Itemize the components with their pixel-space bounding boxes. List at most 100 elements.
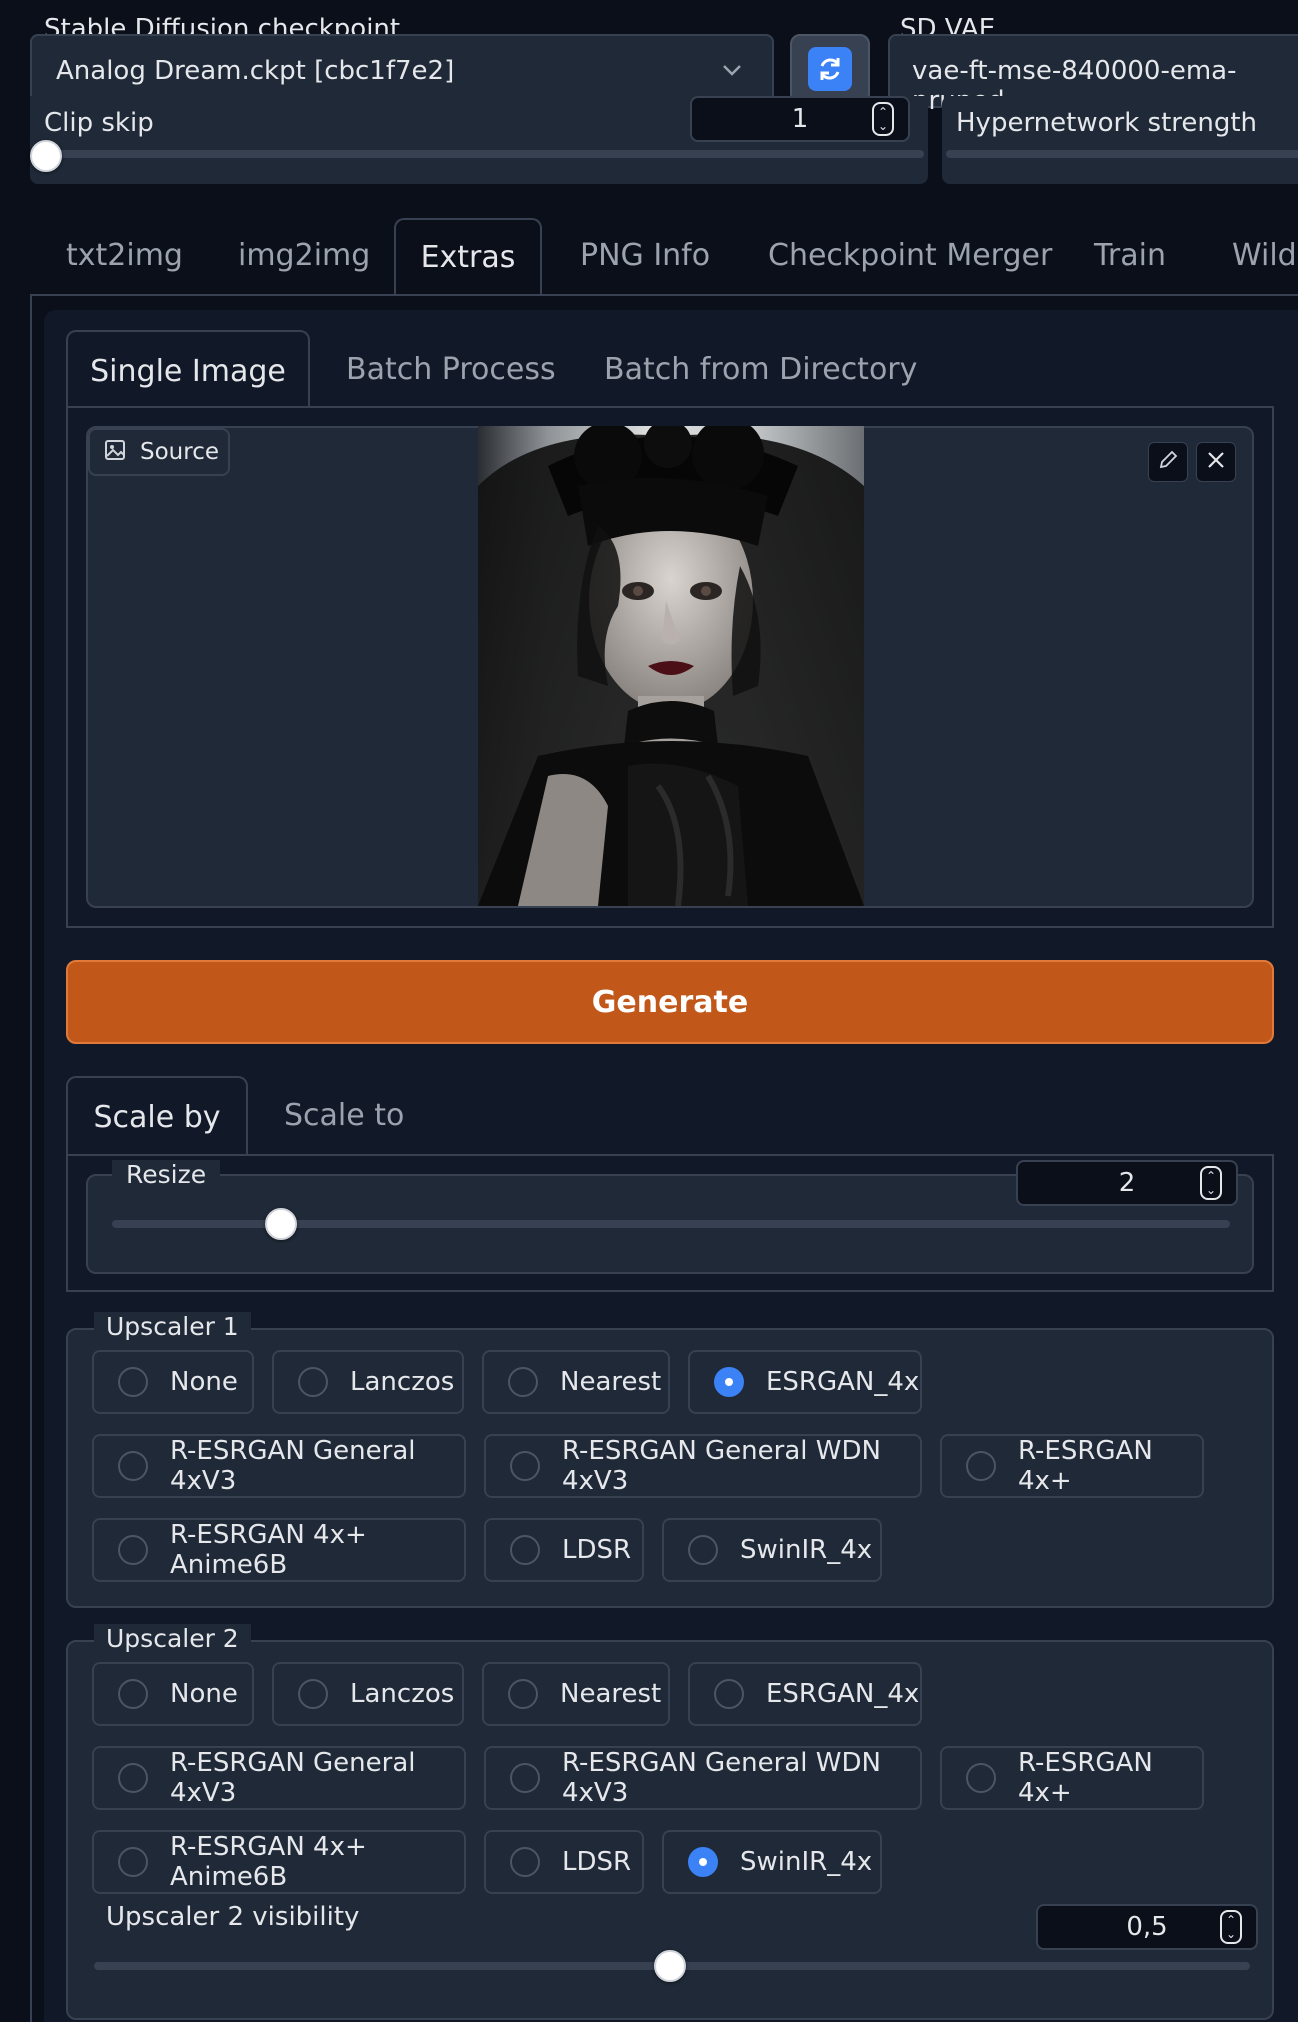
clip-skip-track[interactable] [34,150,924,158]
upscaler1-option[interactable]: LDSR [484,1518,644,1582]
resize-value: 2 [1118,1168,1136,1198]
radio-dot-icon[interactable] [508,1367,538,1397]
generate-label: Generate [591,984,749,1020]
radio-label: R-ESRGAN 4x+ [1018,1748,1153,1808]
upscaler1-option[interactable]: R-ESRGAN 4x+ Anime6B [92,1518,466,1582]
hypernetwork-label: Hypernetwork strength [956,108,1258,138]
clip-skip-slider-thumb[interactable] [30,140,62,172]
upscaler2-option[interactable]: SwinIR_4x [662,1830,882,1894]
upscaler2-option[interactable]: Nearest [482,1662,670,1726]
resize-input[interactable]: 2 ⌃ ⌄ [1016,1160,1238,1206]
visibility-input[interactable]: 0,5 ⌃ ⌄ [1036,1904,1258,1950]
clip-skip-input[interactable]: 1 ⌃ ⌄ [690,96,910,142]
generate-button[interactable]: Generate [66,960,1274,1044]
upscaler1-title: Upscaler 1 [94,1312,251,1341]
tab-single-image[interactable]: Single Image [66,330,310,408]
radio-dot-icon[interactable] [118,1451,148,1481]
upscaler1-option[interactable]: SwinIR_4x [662,1518,882,1582]
checkpoint-value: Analog Dream.ckpt [cbc1f7e2] [56,56,455,86]
radio-dot-icon[interactable] [510,1535,540,1565]
radio-label: Nearest [560,1679,662,1709]
radio-dot-icon[interactable] [966,1451,996,1481]
radio-dot-icon[interactable] [510,1763,540,1793]
tab-scale-to[interactable]: Scale to [284,1098,404,1133]
upscaler2-option[interactable]: None [92,1662,254,1726]
upscaler2-option[interactable]: ESRGAN_4x [688,1662,922,1726]
radio-dot-icon[interactable] [298,1367,328,1397]
visibility-slider-thumb[interactable] [654,1950,686,1982]
radio-dot-icon[interactable] [298,1679,328,1709]
refresh-icon [808,47,852,91]
clip-skip-label: Clip skip [44,108,154,138]
upscaler2-option[interactable]: R-ESRGAN 4x+ [940,1746,1204,1810]
spinner-icon[interactable]: ⌃ ⌄ [1200,1166,1222,1200]
radio-dot-icon[interactable] [118,1535,148,1565]
tab-img2img[interactable]: img2img [238,238,370,273]
tab-png-info[interactable]: PNG Info [580,238,710,273]
tab-checkpoint-merger[interactable]: Checkpoint Merger [768,238,1052,273]
radio-label: SwinIR_4x [740,1535,873,1565]
tab-extras[interactable]: Extras [394,218,542,296]
radio-label: R-ESRGAN 4x+ Anime6B [170,1520,367,1580]
radio-label: ESRGAN_4x [766,1367,920,1397]
radio-dot-icon[interactable] [688,1847,718,1877]
radio-label: R-ESRGAN General 4xV3 [170,1436,416,1496]
radio-dot-icon[interactable] [714,1367,744,1397]
tab-batch-process[interactable]: Batch Process [346,352,556,387]
chevron-down-icon [720,58,744,86]
radio-dot-icon[interactable] [118,1367,148,1397]
radio-dot-icon[interactable] [118,1847,148,1877]
upscaler1-option[interactable]: Nearest [482,1350,670,1414]
upscaler1-option[interactable]: ESRGAN_4x [688,1350,922,1414]
resize-slider-thumb[interactable] [265,1208,297,1240]
tab-txt2img[interactable]: txt2img [66,238,183,273]
radio-label: Nearest [560,1367,662,1397]
upscaler2-title: Upscaler 2 [94,1624,251,1653]
radio-label: Lanczos [350,1367,455,1397]
clip-skip-value: 1 [791,104,809,134]
radio-dot-icon[interactable] [510,1847,540,1877]
radio-dot-icon[interactable] [688,1535,718,1565]
upscaler1-option[interactable]: Lanczos [272,1350,464,1414]
radio-label: SwinIR_4x [740,1847,873,1877]
tab-scale-by[interactable]: Scale by [66,1076,248,1156]
spinner-icon[interactable]: ⌃ ⌄ [1220,1910,1242,1944]
upscaler2-option[interactable]: R-ESRGAN General 4xV3 [92,1746,466,1810]
upscaler2-option[interactable]: R-ESRGAN General WDN 4xV3 [484,1746,922,1810]
visibility-label: Upscaler 2 visibility [106,1902,360,1932]
upscaler1-option[interactable]: None [92,1350,254,1414]
upscaler2-option[interactable]: Lanczos [272,1662,464,1726]
radio-label: R-ESRGAN 4x+ Anime6B [170,1832,367,1892]
radio-label: R-ESRGAN 4x+ [1018,1436,1153,1496]
close-icon [1205,449,1227,475]
radio-dot-icon[interactable] [118,1763,148,1793]
tab-wildcards[interactable]: Wildc [1232,238,1298,273]
close-button[interactable] [1196,442,1236,482]
tab-train[interactable]: Train [1094,238,1166,273]
radio-dot-icon[interactable] [118,1679,148,1709]
radio-dot-icon[interactable] [714,1679,744,1709]
pencil-icon [1157,449,1179,475]
radio-label: ESRGAN_4x [766,1679,920,1709]
edit-button[interactable] [1148,442,1188,482]
radio-dot-icon[interactable] [966,1763,996,1793]
radio-dot-icon[interactable] [508,1679,538,1709]
radio-dot-icon[interactable] [510,1451,540,1481]
radio-label: None [170,1679,238,1709]
hypernetwork-track[interactable] [946,150,1298,158]
tab-batch-from-directory[interactable]: Batch from Directory [604,352,917,387]
source-image [478,426,864,906]
source-label: Source [140,439,219,465]
source-badge: Source [88,428,230,476]
upscaler2-option[interactable]: R-ESRGAN 4x+ Anime6B [92,1830,466,1894]
upscaler1-option[interactable]: R-ESRGAN General WDN 4xV3 [484,1434,922,1498]
refresh-button[interactable] [790,34,870,104]
upscaler1-option[interactable]: R-ESRGAN 4x+ [940,1434,1204,1498]
upscaler2-option[interactable]: LDSR [484,1830,644,1894]
radio-label: R-ESRGAN General 4xV3 [170,1748,416,1808]
spinner-icon[interactable]: ⌃ ⌄ [872,102,894,136]
radio-label: R-ESRGAN General WDN 4xV3 [562,1748,881,1808]
upscaler1-option[interactable]: R-ESRGAN General 4xV3 [92,1434,466,1498]
radio-label: LDSR [562,1847,632,1877]
image-icon [104,439,126,465]
